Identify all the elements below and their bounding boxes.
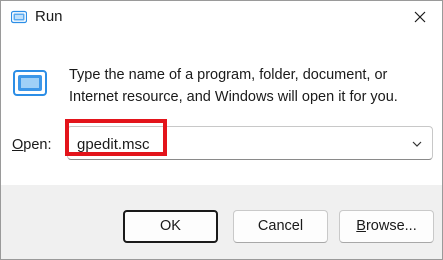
run-icon [13,70,47,96]
instruction-text: Type the name of a program, folder, docu… [69,67,398,105]
ok-button[interactable]: OK [123,210,218,243]
open-label: Open: [12,135,52,155]
close-button[interactable] [398,1,442,33]
run-app-icon [10,10,28,24]
window-title: Run [35,8,63,25]
title-bar[interactable]: Run [1,1,442,33]
dropdown-arrow[interactable] [410,137,424,151]
chevron-down-icon [412,141,422,147]
close-icon [414,11,426,23]
button-bar: OK Cancel Browse... [1,185,442,259]
open-label-text: pen: [23,137,52,153]
browse-access-key: B [356,218,366,234]
open-label-access-key: O [12,137,24,153]
highlight-annotation [65,119,167,156]
cancel-button[interactable]: Cancel [233,210,328,243]
browse-button[interactable]: Browse... [339,210,434,243]
run-dialog: Run Type the name of a program, folder, … [0,0,443,260]
browse-label: rowse... [365,218,417,234]
